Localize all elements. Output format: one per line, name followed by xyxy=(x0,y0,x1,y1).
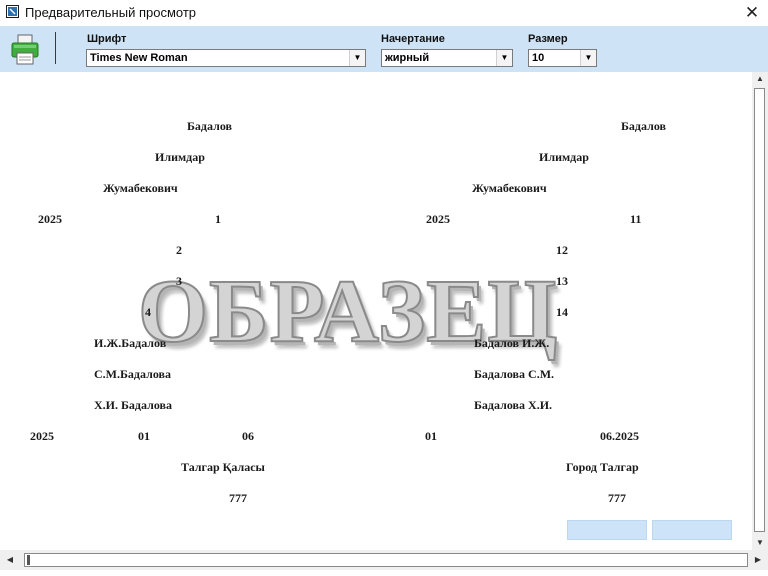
left-surname: Бадалов xyxy=(187,119,233,133)
chevron-down-icon[interactable]: ▼ xyxy=(349,50,365,66)
size-select[interactable]: 10 ▼ xyxy=(528,49,597,67)
left-code: 777 xyxy=(229,491,247,505)
right-code: 777 xyxy=(608,491,626,505)
horizontal-scroll-thumb[interactable] xyxy=(24,553,748,567)
left-date-day: 01 xyxy=(138,429,150,443)
chevron-down-icon[interactable]: ▼ xyxy=(496,50,512,66)
scroll-down-icon[interactable]: ▼ xyxy=(752,536,768,550)
scroll-up-icon[interactable]: ▲ xyxy=(752,72,768,86)
right-number-1: 11 xyxy=(630,212,642,226)
print-preview-area: ОБРАЗЕЦ Бадалов Илимдар Жумабекович 2025… xyxy=(0,72,752,550)
left-signature-1: И.Ж.Бадалов xyxy=(94,336,167,350)
right-city: Город Талгар xyxy=(566,460,639,474)
style-label: Начертание xyxy=(381,33,445,45)
window-title: Предварительный просмотр xyxy=(25,5,197,20)
action-button-1[interactable] xyxy=(567,520,647,540)
action-button-2[interactable] xyxy=(652,520,732,540)
app-icon xyxy=(6,5,19,18)
title-bar: Предварительный просмотр ✕ xyxy=(0,0,768,26)
left-number-3: 3 xyxy=(176,274,182,288)
right-number-4: 14 xyxy=(556,305,568,319)
right-patronymic: Жумабекович xyxy=(472,181,547,195)
close-icon[interactable]: ✕ xyxy=(745,3,759,22)
left-date-month: 06 xyxy=(242,429,254,443)
horizontal-scrollbar[interactable]: ◀ ▶ xyxy=(0,550,768,570)
right-year: 2025 xyxy=(426,212,450,226)
right-date-day: 01 xyxy=(425,429,437,443)
right-signature-2: Бадалова С.М. xyxy=(474,367,555,381)
right-name: Илимдар xyxy=(539,150,589,164)
close-button[interactable]: ✕ xyxy=(736,0,768,26)
right-signature-3: Бадалова Х.И. xyxy=(474,398,553,412)
left-patronymic: Жумабекович xyxy=(103,181,178,195)
toolbar: Шрифт Times New Roman ▼ Начертание жирны… xyxy=(0,26,768,72)
left-number-1: 1 xyxy=(215,212,221,226)
printer-icon[interactable] xyxy=(9,32,41,66)
chevron-down-icon[interactable]: ▼ xyxy=(580,50,596,66)
vertical-scrollbar[interactable]: ▲ ▼ xyxy=(752,72,768,550)
style-select[interactable]: жирный ▼ xyxy=(381,49,513,67)
left-signature-2: С.М.Бадалова xyxy=(94,367,172,381)
font-label: Шрифт xyxy=(87,33,127,45)
scroll-left-icon[interactable]: ◀ xyxy=(4,553,16,567)
right-surname: Бадалов xyxy=(621,119,667,133)
right-number-2: 12 xyxy=(556,243,568,257)
scroll-right-icon[interactable]: ▶ xyxy=(752,553,764,567)
size-label: Размер xyxy=(528,33,568,45)
left-year: 2025 xyxy=(38,212,62,226)
right-signature-1: Бадалов И.Ж. xyxy=(474,336,550,350)
left-name: Илимдар xyxy=(155,150,205,164)
font-select[interactable]: Times New Roman ▼ xyxy=(86,49,366,67)
style-select-value: жирный xyxy=(385,52,430,64)
right-number-3: 13 xyxy=(556,274,568,288)
left-date-year: 2025 xyxy=(30,429,54,443)
size-select-value: 10 xyxy=(532,52,545,64)
toolbar-separator xyxy=(55,32,56,64)
left-number-2: 2 xyxy=(176,243,182,257)
vertical-scroll-thumb[interactable] xyxy=(754,88,765,532)
left-signature-3: Х.И. Бадалова xyxy=(94,398,173,412)
left-number-4: 4 xyxy=(145,305,151,319)
right-date-month-year: 06.2025 xyxy=(600,429,639,443)
left-city: Талгар Қаласы xyxy=(181,460,265,474)
font-select-value: Times New Roman xyxy=(90,52,188,64)
